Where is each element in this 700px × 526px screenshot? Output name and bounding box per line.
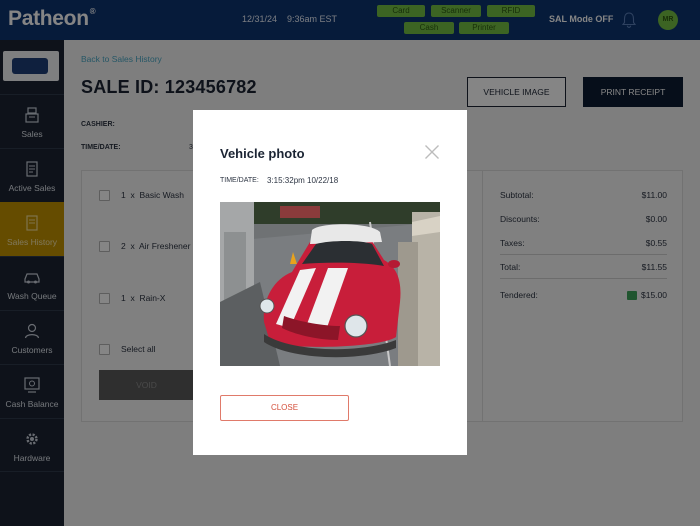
- vehicle-photo: [220, 202, 440, 366]
- vehicle-photo-dialog: Vehicle photo TIME/DATE: 3:15:32pm 10/22…: [193, 110, 467, 455]
- photo-time-label: TIME/DATE:: [220, 177, 259, 184]
- photo-time-value: 3:15:32pm 10/22/18: [267, 176, 339, 185]
- close-button[interactable]: CLOSE: [220, 395, 349, 421]
- close-icon[interactable]: [424, 144, 440, 160]
- dialog-title: Vehicle photo: [220, 146, 305, 161]
